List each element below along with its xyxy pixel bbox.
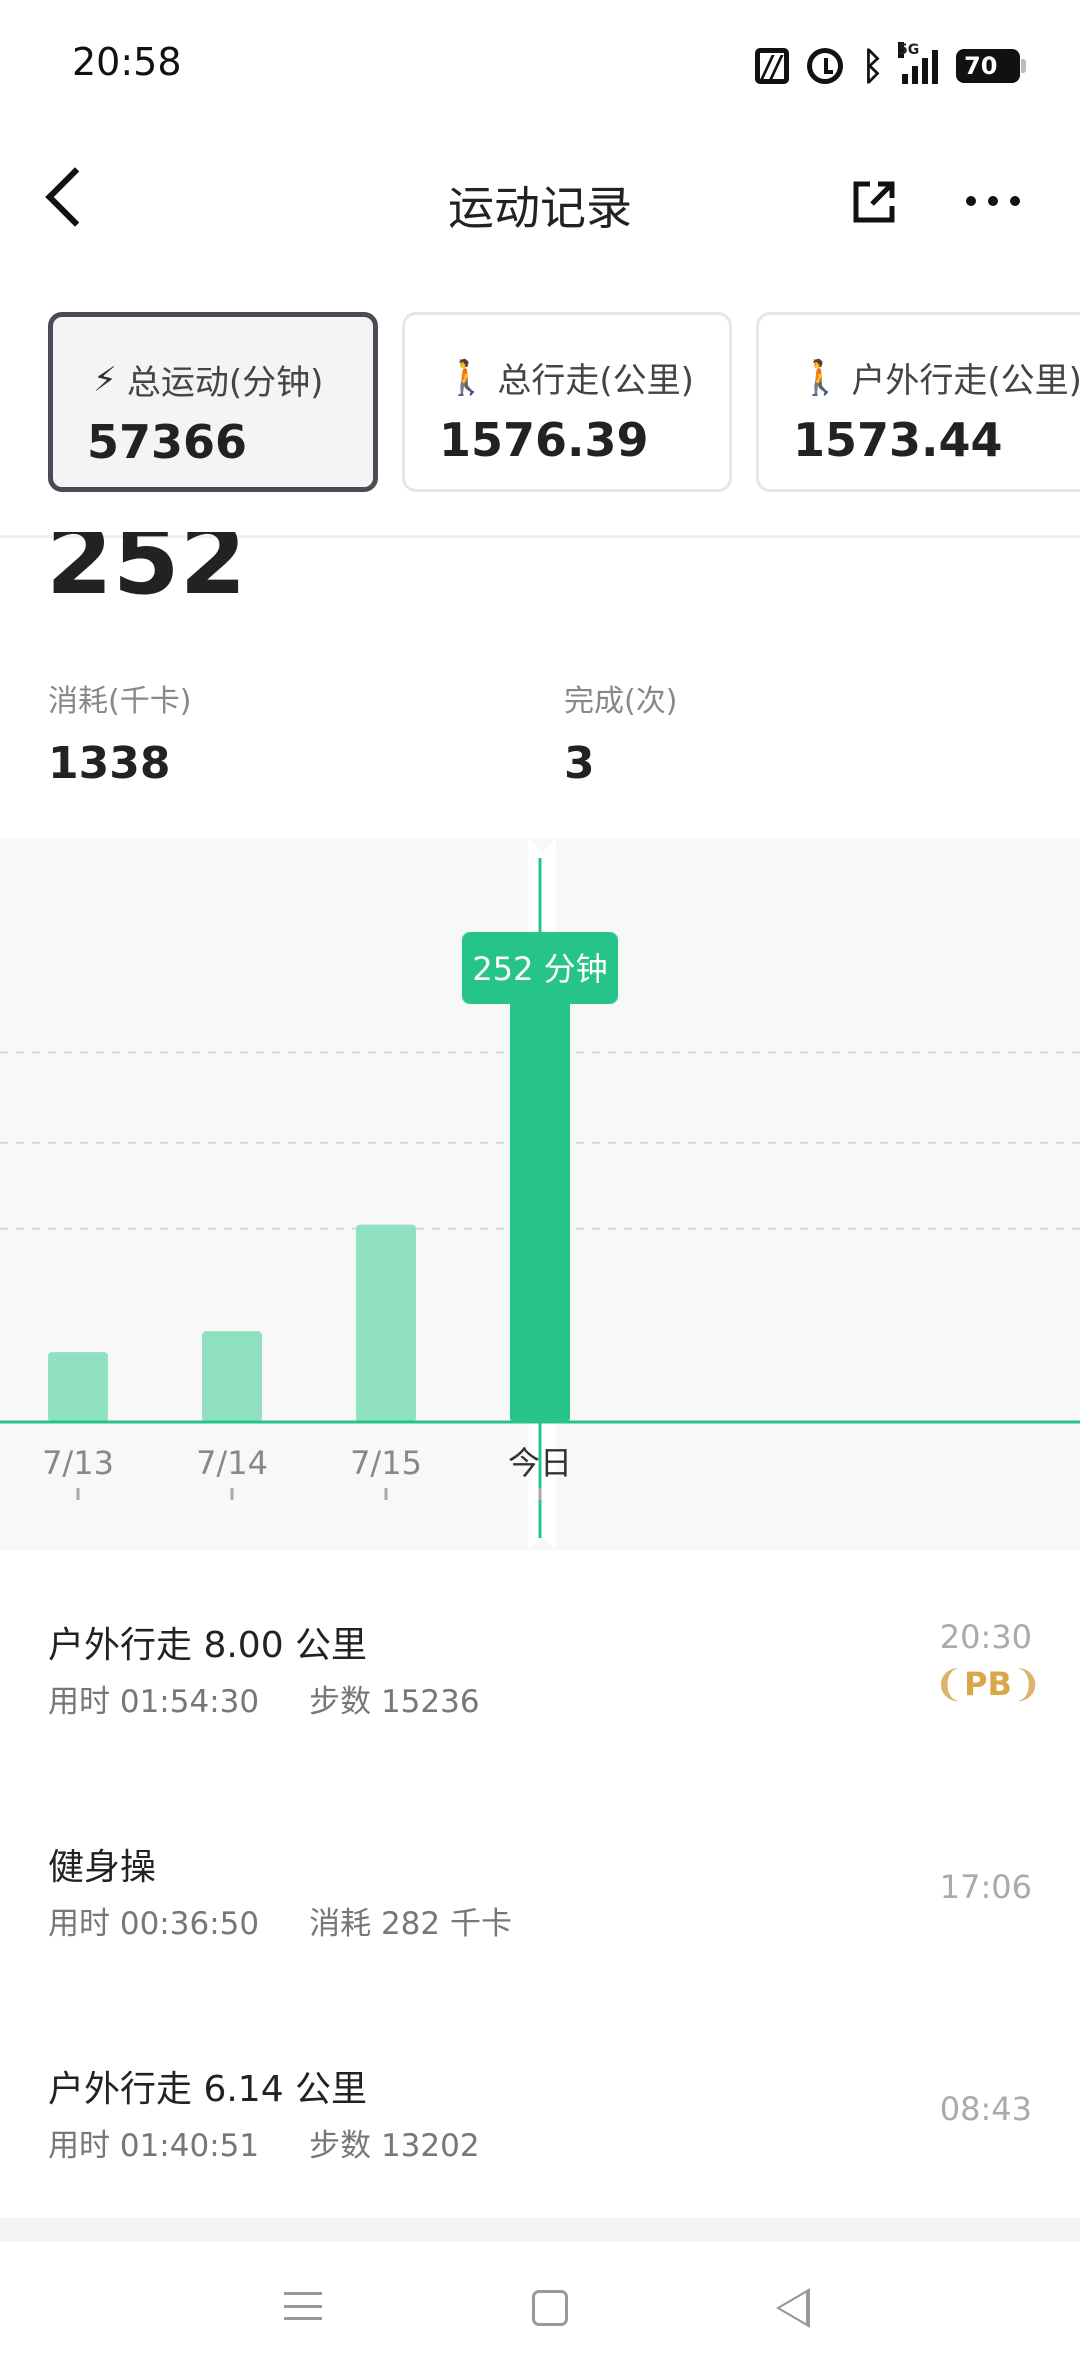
page-title: 运动记录 — [448, 181, 632, 235]
lightning-icon: ⚡ — [93, 359, 117, 400]
record-title[interactable]: 健身操 — [48, 1838, 156, 1890]
home-icon[interactable] — [532, 2290, 568, 2326]
record-duration: 用时 01:40:51 — [48, 2128, 260, 2164]
walk-icon: 🚶 — [445, 357, 488, 398]
bar-chart[interactable]: 7/13 7/14 7/15 今日 252 分钟 — [0, 838, 1080, 1550]
bar-0 — [48, 1352, 108, 1422]
card-total-exercise[interactable]: ⚡ 总运动(分钟) 57366 — [48, 312, 378, 492]
signal-icon: 5G — [898, 42, 938, 84]
record-calories: 消耗 282 千卡 — [309, 1906, 512, 1942]
completed-value: 3 — [564, 738, 595, 789]
more-icon[interactable] — [966, 196, 1020, 206]
x-tick-label: 7/15 — [350, 1444, 422, 1482]
card-total-walk[interactable]: 🚶 总行走(公里) 1576.39 — [402, 312, 732, 492]
nfc-icon — [755, 48, 790, 84]
calories-value: 1338 — [48, 738, 171, 789]
x-tick-label: 今日 — [508, 1444, 572, 1482]
record-time: 17:06 — [939, 1868, 1032, 1906]
tooltip-text: 252 分钟 — [472, 950, 607, 988]
bluetooth-icon: ᛒ — [861, 44, 884, 88]
record-steps: 步数 15236 — [309, 1684, 480, 1720]
card-value: 1573.44 — [793, 413, 1003, 467]
card-value: 1576.39 — [439, 413, 649, 467]
record-detail: 用时 01:40:51 步数 13202 — [48, 2120, 480, 2165]
walk-icon: 🚶 — [799, 357, 842, 398]
record-steps: 步数 13202 — [309, 2128, 480, 2164]
record-time: 08:43 — [939, 2090, 1032, 2128]
status-icons: ᛒ 5G 70 — [755, 40, 1026, 92]
network-type: 5G — [898, 42, 920, 58]
x-tick-label: 7/13 — [42, 1444, 114, 1482]
card-outdoor-walk[interactable]: 🚶 户外行走(公里) 1573.44 — [756, 312, 1080, 492]
status-time: 20:58 — [72, 40, 182, 84]
card-label: 户外行走(公里) — [851, 361, 1080, 401]
bar-3 — [510, 996, 570, 1422]
card-label: 总运动(分钟) — [126, 363, 324, 403]
card-label: 总行走(公里) — [497, 361, 694, 401]
completed-label: 完成(次) — [564, 684, 678, 719]
card-value: 57366 — [87, 415, 248, 469]
alarm-icon — [807, 48, 844, 84]
laurel-left-icon: ❨ — [933, 1663, 965, 1705]
x-tick-label: 7/14 — [196, 1444, 268, 1482]
record-title[interactable]: 户外行走 8.00 公里 — [48, 1616, 367, 1668]
record-duration: 用时 00:36:50 — [48, 1906, 260, 1942]
nav-back-icon[interactable] — [776, 2288, 810, 2328]
total-minutes-value: 252 — [46, 504, 247, 616]
record-time: 20:30 — [939, 1618, 1032, 1656]
battery-level: 70 — [964, 52, 998, 80]
bar-2 — [356, 1224, 416, 1422]
bar-1 — [202, 1331, 262, 1422]
menu-icon[interactable] — [284, 2292, 322, 2320]
record-detail: 用时 00:36:50 消耗 282 千卡 — [48, 1898, 512, 1943]
calories-label: 消耗(千卡) — [48, 684, 192, 719]
record-title[interactable]: 户外行走 6.14 公里 — [48, 2060, 367, 2112]
laurel-right-icon: ❩ — [1011, 1663, 1043, 1705]
share-icon[interactable] — [850, 178, 898, 226]
record-duration: 用时 01:54:30 — [48, 1684, 260, 1720]
record-detail: 用时 01:54:30 步数 15236 — [48, 1676, 480, 1721]
pb-text: PB — [964, 1665, 1012, 1703]
pb-badge: ❨ PB ❩ — [934, 1660, 1042, 1708]
divider — [0, 2218, 1080, 2242]
battery-icon: 70 — [956, 49, 1026, 83]
